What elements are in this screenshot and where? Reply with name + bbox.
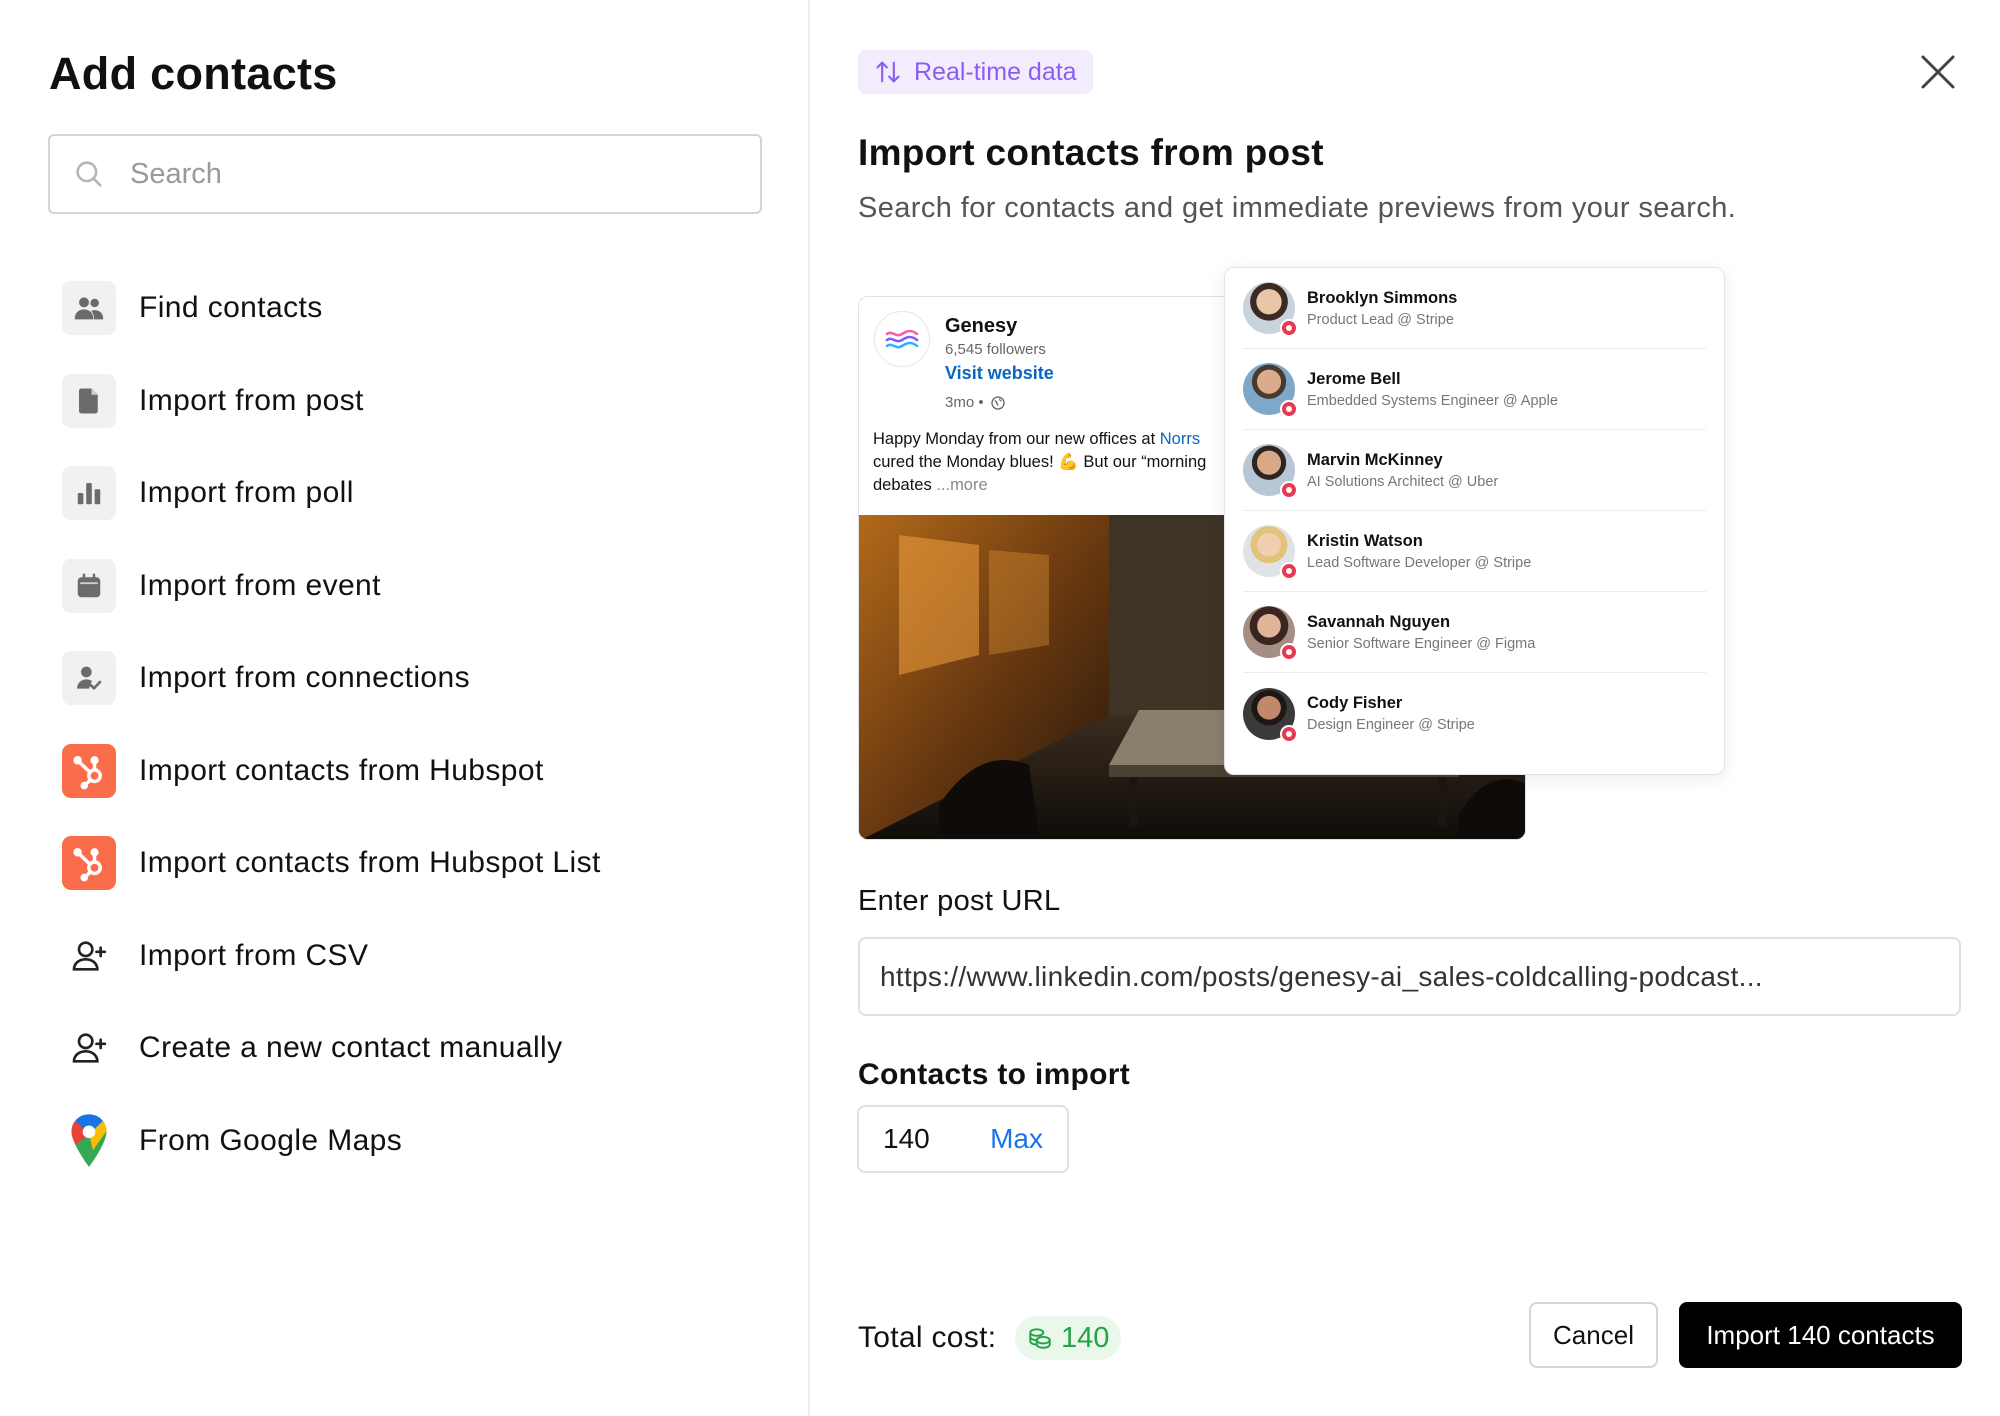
users-icon — [62, 281, 116, 336]
contacts-count-value[interactable]: 140 — [883, 1123, 930, 1155]
linkedin-badge-icon — [1280, 562, 1298, 580]
import-options-list: Find contacts Import from post Import fr… — [62, 262, 762, 1187]
avatar — [1243, 525, 1298, 580]
post-followers: 6,545 followers — [945, 341, 1046, 358]
menu-item-label: Import from CSV — [139, 938, 369, 972]
contacts-to-import-label: Contacts to import — [858, 1058, 1131, 1091]
person-role: Design Engineer @ Stripe — [1307, 717, 1475, 733]
search-input[interactable] — [130, 157, 760, 191]
avatar — [1243, 282, 1298, 337]
menu-item-find-contacts[interactable]: Find contacts — [62, 262, 762, 355]
menu-item-create-contact-manually[interactable]: Create a new contact manually — [62, 1002, 762, 1095]
max-button[interactable]: Max — [990, 1123, 1043, 1155]
badge-label: Real-time data — [914, 57, 1077, 86]
menu-item-import-hubspot-list[interactable]: Import contacts from Hubspot List — [62, 817, 762, 910]
avatar — [1243, 606, 1298, 661]
post-url-label: Enter post URL — [858, 885, 1061, 917]
menu-item-import-from-event[interactable]: Import from event — [62, 540, 762, 633]
person-name: Savannah Nguyen — [1307, 612, 1451, 631]
person-role: Product Lead @ Stripe — [1307, 311, 1454, 328]
list-item: Jerome Bell Embedded Systems Engineer @ A… — [1243, 349, 1706, 430]
person-role: Senior Software Engineer @ Figma — [1307, 635, 1536, 652]
import-contacts-button[interactable]: Import 140 contacts — [1679, 1302, 1962, 1368]
menu-item-label: From Google Maps — [139, 1123, 403, 1157]
menu-item-import-from-post[interactable]: Import from post — [62, 355, 762, 448]
avatar — [1243, 363, 1298, 418]
post-mention: Norrs — [1159, 430, 1201, 448]
globe-icon — [990, 395, 1005, 410]
post-company-name: Genesy — [945, 315, 1018, 337]
company-logo — [874, 311, 930, 367]
search-box[interactable] — [48, 134, 762, 214]
linkedin-badge-icon — [1280, 400, 1298, 418]
menu-item-label: Find contacts — [139, 291, 323, 325]
genesy-logo-icon — [885, 329, 919, 349]
hubspot-icon — [62, 743, 116, 798]
user-plus-icon — [62, 1021, 116, 1075]
menu-item-import-from-csv[interactable]: Import from CSV — [62, 910, 762, 1003]
menu-item-label: Import contacts from Hubspot — [139, 753, 544, 787]
post-time-label: 3mo • — [945, 394, 984, 411]
person-name: Cody Fisher — [1307, 694, 1403, 712]
list-item: Marvin McKinney AI Solutions Architect @ … — [1243, 430, 1706, 511]
post-url-field[interactable] — [858, 937, 1961, 1016]
avatar — [1243, 687, 1298, 743]
person-role: AI Solutions Architect @ Uber — [1307, 473, 1499, 490]
google-maps-pin-icon — [62, 1114, 116, 1168]
contacts-preview-list: Brooklyn Simmons Product Lead @ Stripe Je… — [1224, 267, 1725, 775]
avatar — [1243, 444, 1298, 499]
total-cost-label: Total cost: — [858, 1321, 997, 1354]
contacts-count-field[interactable]: 140 Max — [857, 1105, 1069, 1173]
real-time-data-badge: Real-time data — [858, 50, 1093, 94]
close-icon[interactable] — [1918, 52, 1958, 92]
menu-item-label: Import from poll — [139, 476, 354, 510]
post-url-input[interactable] — [880, 960, 1959, 993]
menu-item-label: Create a new contact manually — [139, 1031, 563, 1065]
linkedin-badge-icon — [1280, 724, 1298, 743]
person-role: Embedded Systems Engineer @ Apple — [1307, 392, 1558, 409]
visit-website-link[interactable]: Visit website — [945, 363, 1054, 384]
panel-subtitle: Search for contacts and get immediate pr… — [858, 192, 1737, 224]
list-item: Brooklyn Simmons Product Lead @ Stripe — [1243, 268, 1706, 349]
coins-icon — [1029, 1328, 1051, 1349]
linkedin-badge-icon — [1280, 481, 1298, 499]
post-line-1: Happy Monday from our new offices at — [873, 430, 1160, 448]
menu-item-label: Import from post — [139, 383, 364, 417]
person-role: Lead Software Developer @ Stripe — [1307, 554, 1532, 571]
sidebar-title: Add contacts — [49, 48, 338, 99]
menu-item-label: Import from event — [139, 568, 381, 602]
document-icon — [62, 373, 116, 428]
add-contacts-sidebar: Add contacts Find contacts Import from p… — [0, 0, 810, 1416]
search-icon — [76, 161, 102, 187]
person-name: Brooklyn Simmons — [1307, 288, 1458, 307]
menu-item-import-hubspot[interactable]: Import contacts from Hubspot — [62, 725, 762, 818]
list-item: Savannah Nguyen Senior Software Engineer … — [1243, 592, 1706, 673]
calendar-icon — [62, 558, 116, 613]
list-item: Cody Fisher Design Engineer @ Stripe — [1243, 673, 1706, 754]
post-more-link[interactable]: ...more — [936, 476, 987, 494]
menu-item-label: Import contacts from Hubspot List — [139, 846, 601, 880]
post-time: 3mo • — [945, 394, 1006, 411]
panel-title: Import contacts from post — [858, 132, 1324, 173]
user-plus-icon — [62, 929, 116, 983]
cancel-button[interactable]: Cancel — [1529, 1302, 1658, 1368]
total-cost-value: 140 — [1061, 1321, 1110, 1354]
menu-item-from-google-maps[interactable]: From Google Maps — [62, 1095, 762, 1188]
list-item: Kristin Watson Lead Software Developer @ … — [1243, 511, 1706, 592]
menu-item-import-from-poll[interactable]: Import from poll — [62, 447, 762, 540]
person-name: Jerome Bell — [1307, 369, 1401, 388]
person-name: Kristin Watson — [1307, 531, 1423, 550]
linkedin-badge-icon — [1280, 319, 1298, 337]
linkedin-badge-icon — [1280, 643, 1298, 661]
person-name: Marvin McKinney — [1307, 450, 1443, 469]
user-check-icon — [62, 651, 116, 706]
credits-badge: 140 — [1015, 1316, 1122, 1360]
bar-chart-icon — [62, 466, 116, 521]
post-line-3: debates — [873, 476, 937, 494]
arrows-up-down-icon — [876, 61, 900, 83]
menu-item-label: Import from connections — [139, 661, 470, 695]
menu-item-import-from-connections[interactable]: Import from connections — [62, 632, 762, 725]
hubspot-icon — [62, 836, 116, 891]
